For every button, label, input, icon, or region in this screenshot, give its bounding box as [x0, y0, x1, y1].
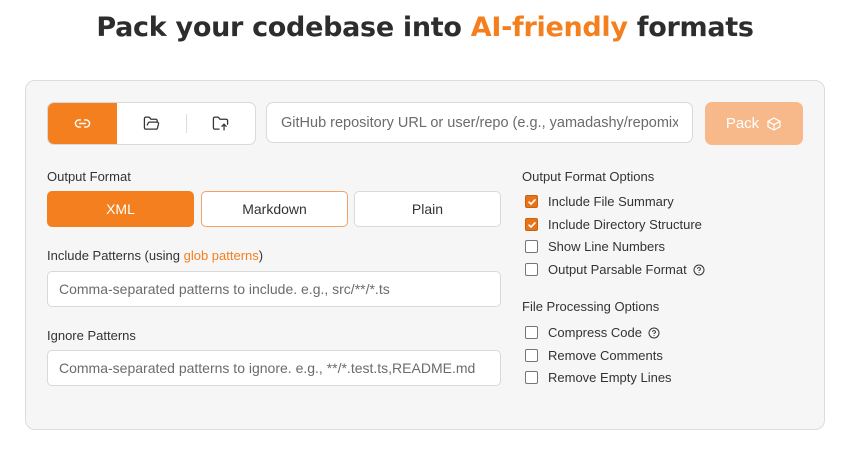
folder-open-icon: [143, 116, 160, 130]
mode-url-button[interactable]: [48, 103, 117, 144]
option-label: Remove Empty Lines: [548, 370, 672, 385]
check-icon: [527, 198, 536, 205]
option-label: Include File Summary: [548, 194, 674, 209]
folder-upload-icon: [212, 116, 229, 131]
include-label-prefix: Include Patterns (using: [47, 248, 180, 263]
format-plain-button[interactable]: Plain: [354, 191, 501, 227]
option-label: Compress Code: [548, 325, 642, 340]
help-circle-icon[interactable]: [693, 264, 705, 276]
pack-button-label: Pack: [725, 115, 760, 132]
help-circle-icon[interactable]: [648, 327, 660, 339]
repository-url-input[interactable]: [266, 102, 693, 143]
option-label: Output Parsable Format: [548, 262, 687, 277]
checkbox-checked[interactable]: [525, 195, 538, 208]
glob-patterns-link[interactable]: glob patterns: [184, 248, 259, 263]
output-options-title: Output Format Options: [522, 169, 655, 184]
option-remove-comments[interactable]: Remove Comments: [525, 348, 663, 363]
option-output-parsable-format[interactable]: Output Parsable Format: [525, 262, 705, 277]
include-patterns-label: Include Patterns (using glob patterns): [47, 248, 263, 263]
title-suffix: formats: [636, 12, 754, 43]
option-include-directory-structure[interactable]: Include Directory Structure: [525, 217, 702, 232]
option-compress-code[interactable]: Compress Code: [525, 325, 660, 340]
checkbox-unchecked[interactable]: [525, 371, 538, 384]
format-xml-button[interactable]: XML: [47, 191, 194, 227]
title-prefix: Pack your codebase into: [96, 12, 462, 43]
format-markdown-button[interactable]: Markdown: [201, 191, 348, 227]
box-icon: [767, 116, 781, 131]
check-icon: [527, 221, 536, 228]
option-label: Show Line Numbers: [548, 239, 666, 254]
mode-zip-upload-button[interactable]: [186, 103, 255, 144]
mode-folder-button[interactable]: [117, 103, 186, 144]
output-format-label: Output Format: [47, 169, 131, 184]
page-title: Pack your codebase into AI-friendly form…: [0, 12, 850, 43]
option-include-file-summary[interactable]: Include File Summary: [525, 194, 674, 209]
link-icon: [74, 119, 91, 128]
title-accent: AI-friendly: [470, 12, 628, 43]
checkbox-checked[interactable]: [525, 218, 538, 231]
checkbox-unchecked[interactable]: [525, 349, 538, 362]
ignore-patterns-label: Ignore Patterns: [47, 328, 136, 343]
input-mode-switcher: [47, 102, 256, 145]
option-show-line-numbers[interactable]: Show Line Numbers: [525, 239, 665, 254]
include-label-suffix: ): [258, 248, 264, 263]
option-label: Remove Comments: [548, 348, 663, 363]
include-patterns-input[interactable]: [47, 271, 501, 307]
pack-button[interactable]: Pack: [705, 102, 803, 145]
checkbox-unchecked[interactable]: [525, 240, 538, 253]
pack-form-card: Pack Output Format XML Markdown Plain In…: [25, 80, 825, 430]
checkbox-unchecked[interactable]: [525, 326, 538, 339]
ignore-patterns-input[interactable]: [47, 350, 501, 386]
processing-options-title: File Processing Options: [522, 299, 660, 314]
option-remove-empty-lines[interactable]: Remove Empty Lines: [525, 370, 672, 385]
option-label: Include Directory Structure: [548, 217, 702, 232]
checkbox-unchecked[interactable]: [525, 263, 538, 276]
